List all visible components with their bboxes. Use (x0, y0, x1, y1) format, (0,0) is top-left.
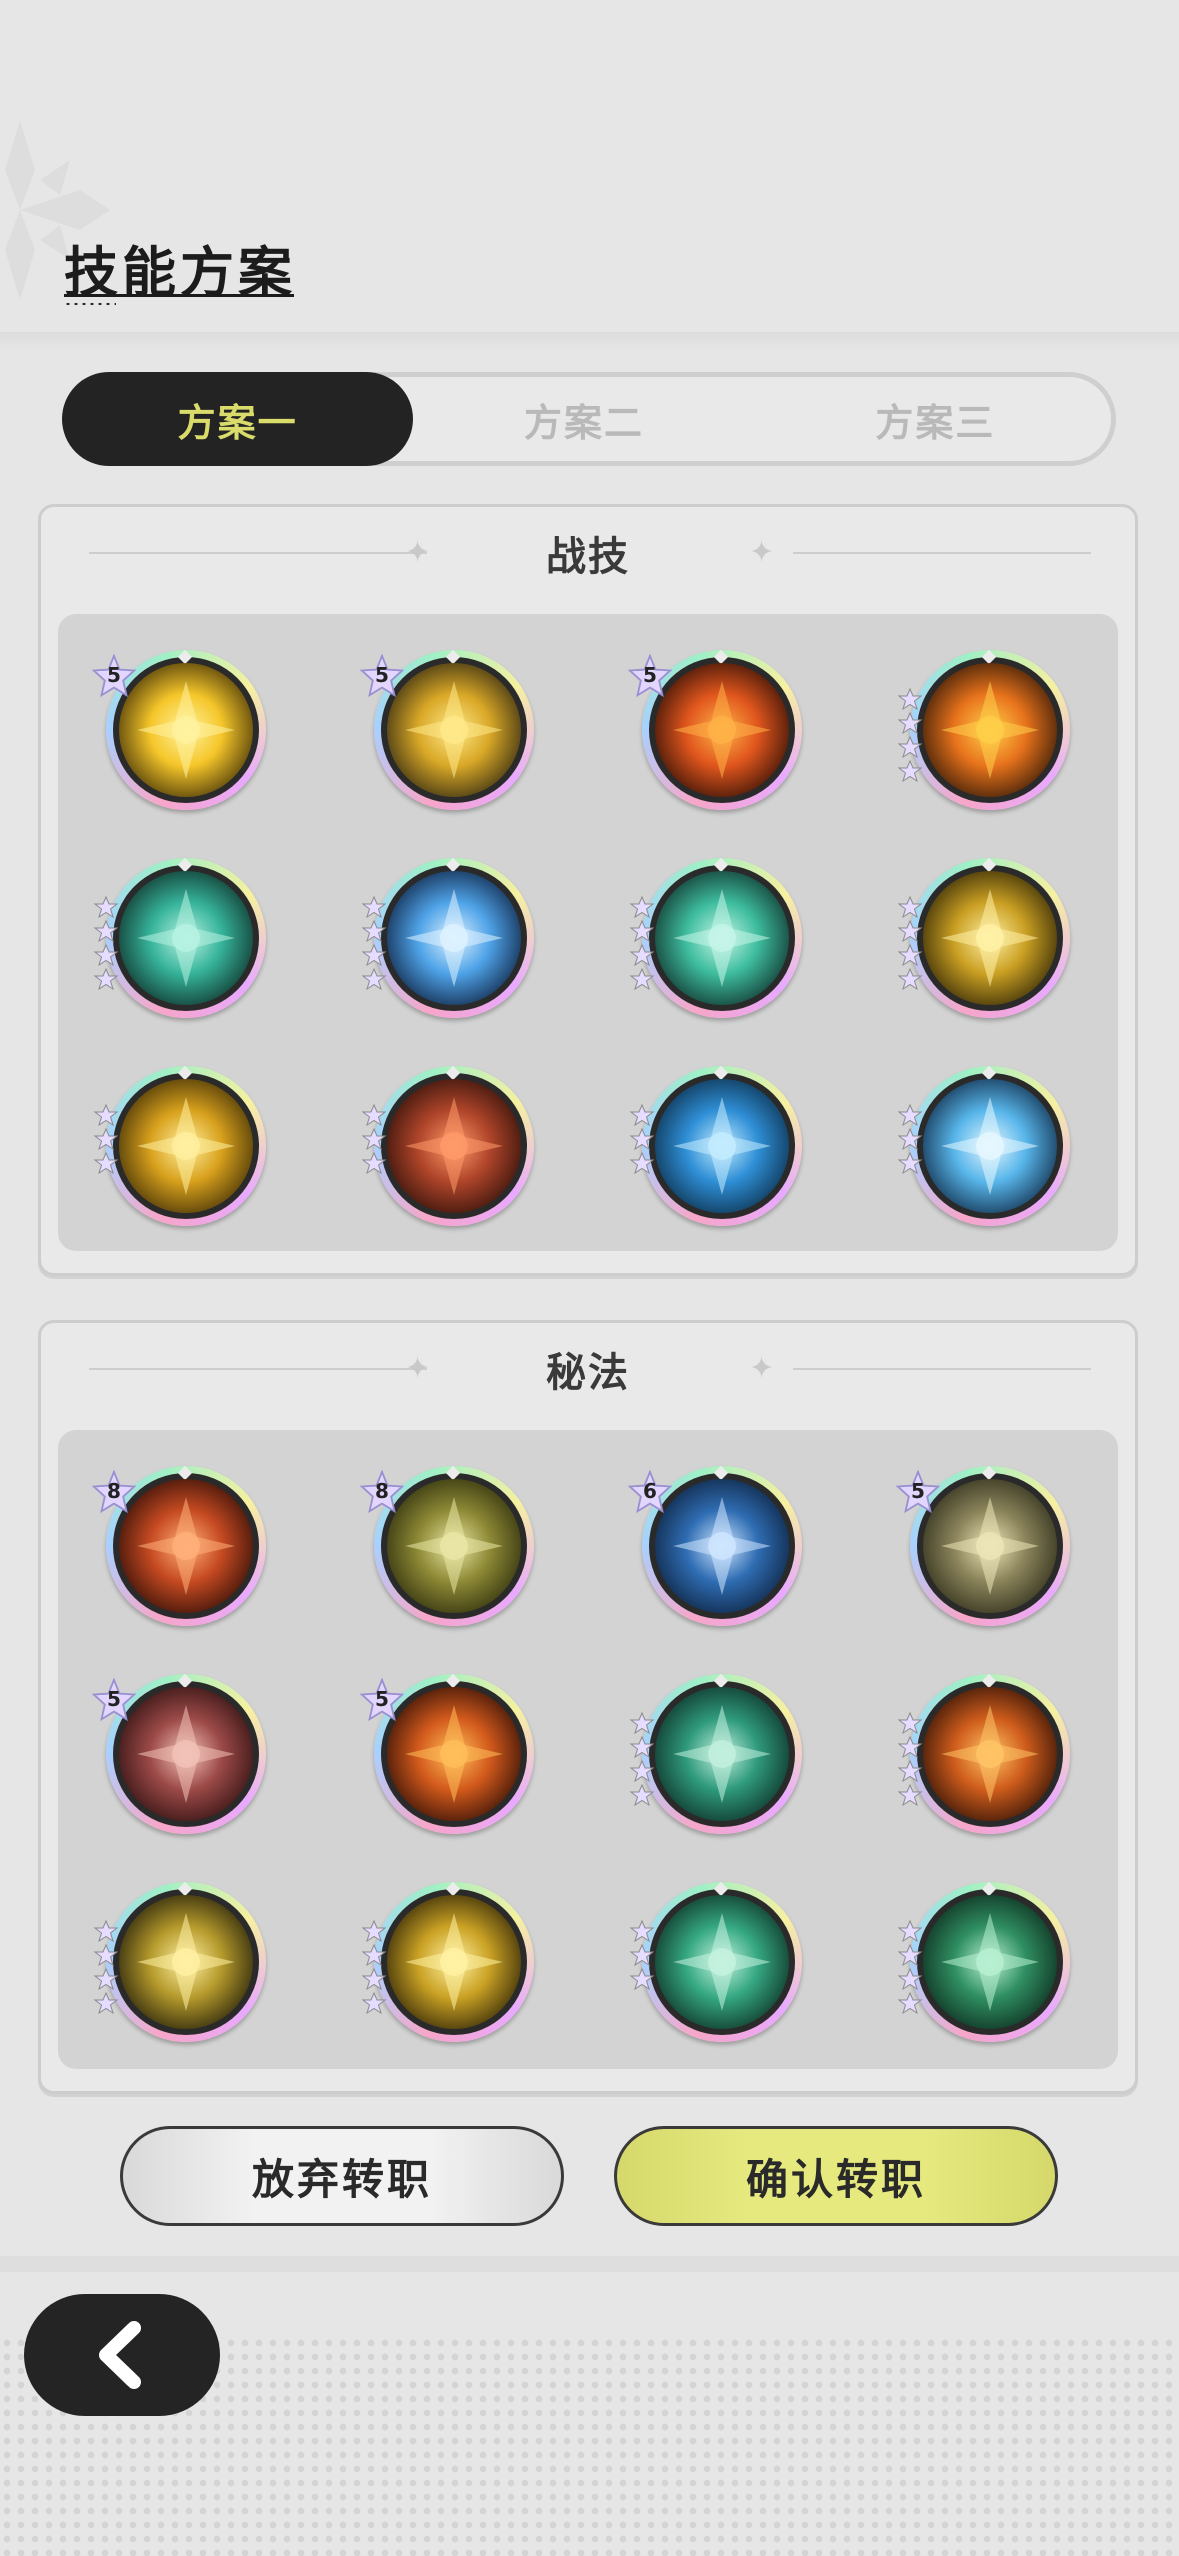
combat-section-title: 战技 (546, 534, 630, 580)
arcane-section-title: 秘法 (546, 1350, 630, 1396)
golden-ring-icon (119, 1895, 253, 2029)
shield-icon (655, 1687, 789, 1821)
header-divider (0, 332, 1179, 350)
skill-slot[interactable] (897, 857, 1070, 1018)
star-level-badge: 5 (627, 653, 673, 698)
heal-figure-icon (387, 1479, 521, 1613)
skill-slot[interactable] (897, 1673, 1070, 1834)
star-rating (628, 1103, 658, 1176)
sparkle-icon: ✦ (405, 535, 431, 570)
star-rating (628, 1711, 658, 1808)
skill-slot[interactable] (93, 1881, 266, 2042)
skill-slot[interactable] (629, 857, 802, 1018)
star-level-badge: 5 (91, 653, 137, 698)
skill-slot[interactable]: 5 (91, 1673, 266, 1834)
chevron-left-icon (99, 2321, 141, 2389)
arcane-skill-grid: 8 8 6 5 5 5 (58, 1430, 1118, 2069)
tab-plan-1[interactable]: 方案一 (62, 372, 414, 466)
pet-figure-icon (923, 1479, 1057, 1613)
skill-slot[interactable]: 5 (359, 649, 534, 810)
star-rating (360, 895, 390, 992)
skill-slot[interactable]: 5 (895, 1465, 1070, 1626)
star-rating (360, 1919, 390, 2016)
plan-tabs: 方案一 方案二 方案三 (62, 372, 1116, 466)
panel-header: ✦ 战技 ✦ (41, 507, 1135, 599)
sparkle-icon: ✦ (749, 535, 775, 570)
star-rating (92, 895, 122, 992)
title-underline (64, 294, 294, 297)
skill-slot[interactable] (897, 1065, 1070, 1226)
wind-swirl-icon (119, 871, 253, 1005)
star-level-badge: 5 (359, 1677, 405, 1722)
skill-slot[interactable] (361, 857, 534, 1018)
star-rating (628, 1919, 658, 1992)
water-vortex-icon (655, 1079, 789, 1213)
panel-header: ✦ 秘法 ✦ (41, 1323, 1135, 1415)
lightning-gold-icon (119, 1079, 253, 1213)
star-rating (896, 687, 926, 784)
sparkle-icon: ✦ (405, 1351, 431, 1386)
sparkle-icon: ✦ (749, 1351, 775, 1386)
footer-band (0, 2256, 1179, 2272)
fire-sprite-icon (387, 1687, 521, 1821)
skill-slot[interactable] (629, 1881, 802, 2042)
ice-shards-icon (923, 1079, 1057, 1213)
title-dots (64, 302, 116, 306)
skill-slot[interactable] (629, 1065, 802, 1226)
tab-plan-3[interactable]: 方案三 (760, 377, 1111, 461)
skill-slot[interactable]: 8 (359, 1465, 534, 1626)
confirm-job-change-button[interactable]: 确认转职 (614, 2126, 1058, 2226)
star-level-badge: 5 (895, 1469, 941, 1514)
star-rating (896, 1103, 926, 1176)
skill-slot[interactable] (629, 1673, 802, 1834)
red-heal-figure-icon (119, 1687, 253, 1821)
skill-slot[interactable] (361, 1881, 534, 2042)
star-rating (92, 1919, 122, 2016)
star-rating (92, 1103, 122, 1176)
star-rating (896, 895, 926, 992)
skill-slot[interactable] (897, 649, 1070, 810)
campfire-icon (923, 663, 1057, 797)
abandon-job-change-button[interactable]: 放弃转职 (120, 2126, 564, 2226)
star-level-badge: 8 (359, 1469, 405, 1514)
star-sparks-icon (387, 663, 521, 797)
frost-figure-icon (655, 1479, 789, 1613)
skill-slot[interactable] (93, 857, 266, 1018)
back-button[interactable] (24, 2294, 220, 2416)
skill-slot[interactable]: 5 (91, 649, 266, 810)
star-level-badge: 6 (627, 1469, 673, 1514)
tab-plan-2[interactable]: 方案二 (408, 377, 759, 461)
star-rating (896, 1711, 926, 1808)
combat-skill-grid: 5 5 5 (58, 614, 1118, 1251)
jade-chain-icon (655, 1895, 789, 2029)
arcane-skills-panel: ✦ 秘法 ✦ 8 8 6 5 5 5 (38, 1320, 1138, 2094)
green-arrow-icon (655, 871, 789, 1005)
skill-slot[interactable]: 5 (627, 649, 802, 810)
gold-crystal-icon (923, 871, 1057, 1005)
skill-slot[interactable]: 6 (627, 1465, 802, 1626)
skill-slot[interactable] (361, 1065, 534, 1226)
star-level-badge: 8 (91, 1469, 137, 1514)
skill-slot[interactable]: 8 (91, 1465, 266, 1626)
golden-burst-icon (119, 663, 253, 797)
combat-skills-panel: ✦ 战技 ✦ 5 5 5 (38, 504, 1138, 1276)
star-rating (628, 895, 658, 992)
green-claw-icon (923, 1895, 1057, 2029)
fire-orb-icon (119, 1479, 253, 1613)
gold-lightning-icon (387, 1895, 521, 2029)
star-rating (360, 1103, 390, 1176)
meteor-icon (387, 1079, 521, 1213)
ice-crystal-icon (387, 871, 521, 1005)
star-level-badge: 5 (91, 1677, 137, 1722)
fire-dash-icon (923, 1687, 1057, 1821)
skill-slot[interactable]: 5 (359, 1673, 534, 1834)
star-rating (896, 1919, 926, 2016)
skill-slot[interactable] (897, 1881, 1070, 2042)
skill-slot[interactable] (93, 1065, 266, 1226)
star-level-badge: 5 (359, 653, 405, 698)
fire-vortex-icon (655, 663, 789, 797)
